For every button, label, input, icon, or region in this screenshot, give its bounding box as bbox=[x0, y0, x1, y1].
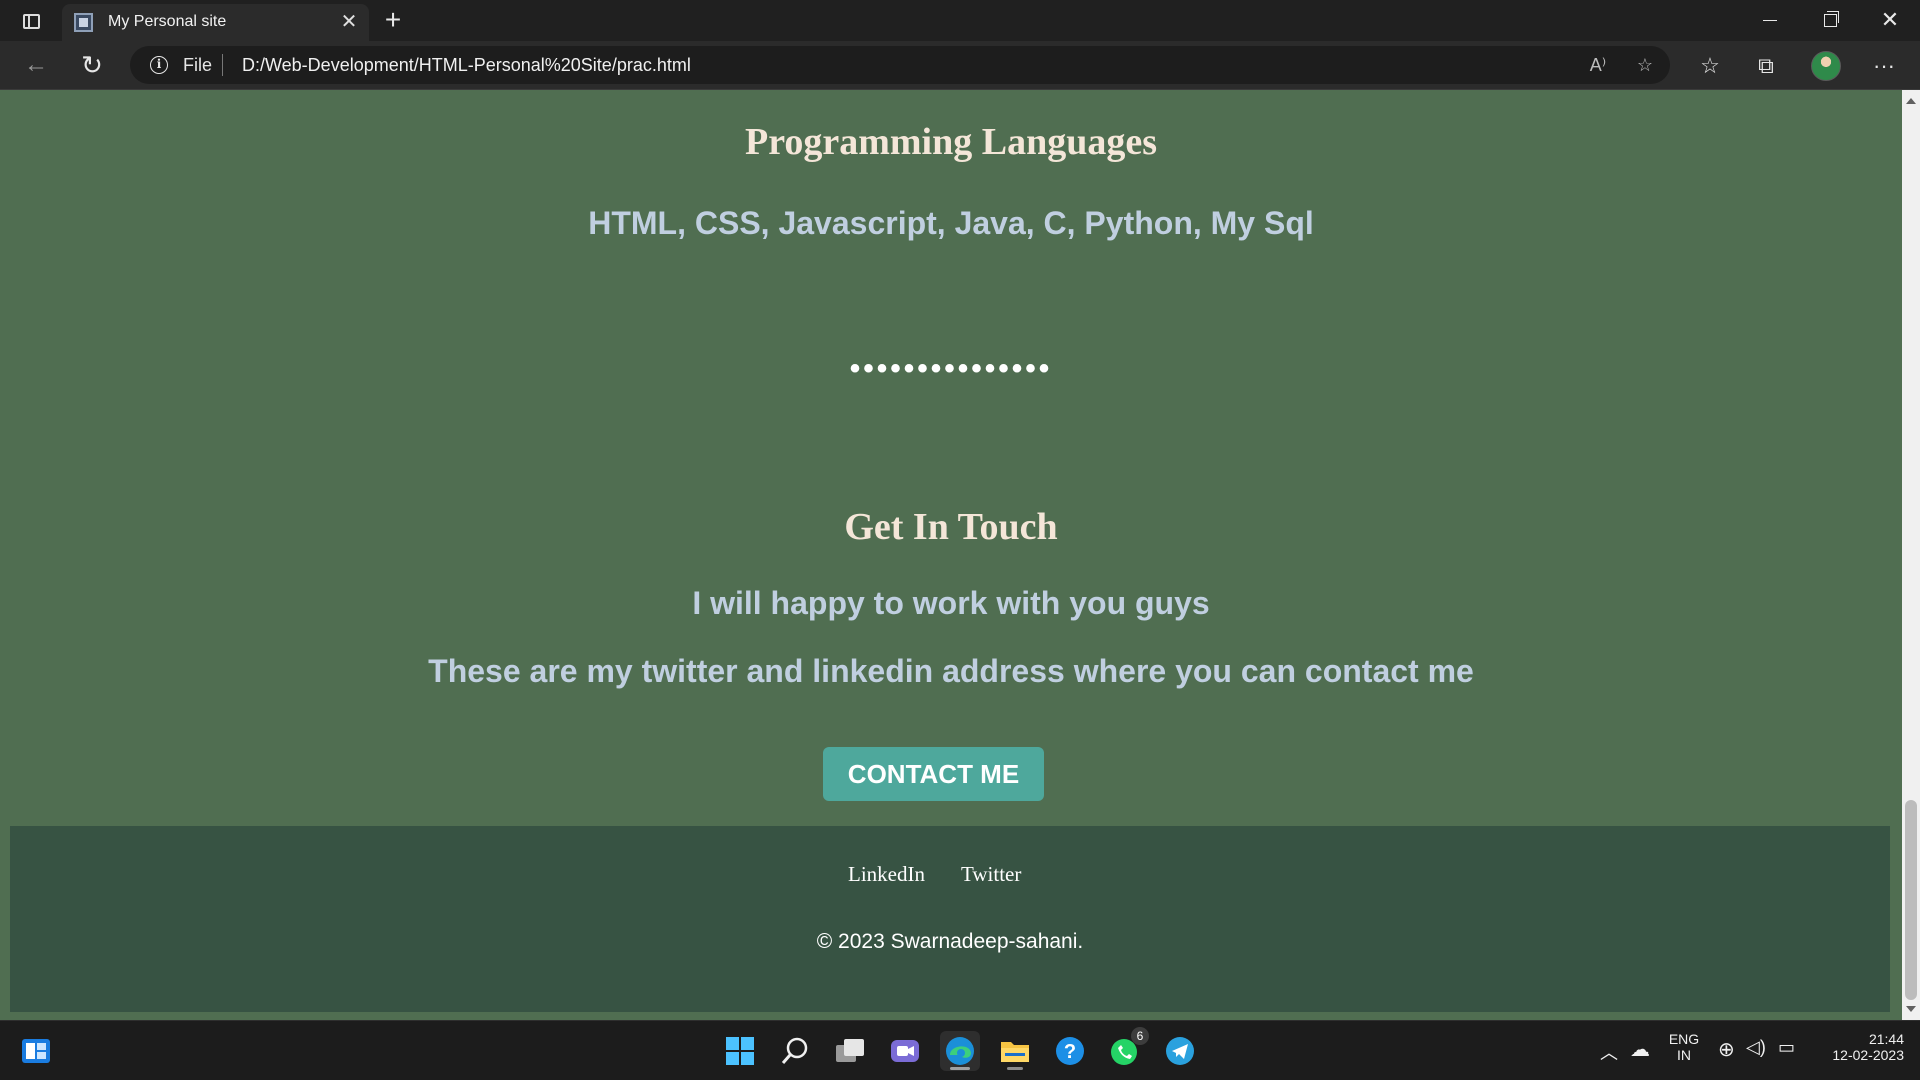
scrollbar-thumb[interactable] bbox=[1905, 800, 1917, 1000]
notification-badge: 6 bbox=[1131, 1027, 1149, 1045]
input-language[interactable]: ENG IN bbox=[1664, 1031, 1704, 1063]
contact-me-button[interactable]: CONTACT ME bbox=[823, 747, 1044, 801]
url-text[interactable]: D:/Web-Development/HTML-Personal%20Site/… bbox=[242, 55, 691, 76]
folder-icon bbox=[1001, 1042, 1029, 1062]
network-globe-icon[interactable]: ⊕ bbox=[1718, 1037, 1735, 1062]
svg-text:?: ? bbox=[1064, 1041, 1076, 1063]
add-favorite-icon[interactable]: ☆ bbox=[1632, 53, 1658, 77]
restore-icon bbox=[1823, 10, 1839, 27]
favorites-icon[interactable]: ☆ bbox=[1694, 52, 1726, 80]
minimize-button[interactable] bbox=[1740, 0, 1800, 40]
show-hidden-icons-chevron-icon[interactable]: ︿ bbox=[1600, 1039, 1618, 1065]
task-view-icon bbox=[836, 1039, 864, 1062]
tab-title: My Personal site bbox=[108, 13, 227, 30]
teams-chat-icon bbox=[891, 1040, 919, 1062]
close-icon: ✕ bbox=[1880, 7, 1900, 32]
tab-actions-menu-button[interactable] bbox=[18, 9, 44, 33]
help-icon: ? bbox=[1056, 1037, 1084, 1065]
teams-chat-button[interactable] bbox=[885, 1031, 925, 1071]
search-icon bbox=[781, 1037, 808, 1064]
contact-line-2: These are my twitter and linkedin addres… bbox=[428, 653, 1474, 689]
edge-browser-button[interactable] bbox=[940, 1031, 980, 1071]
language-code: ENG bbox=[1668, 1031, 1700, 1047]
edge-icon bbox=[946, 1037, 974, 1065]
task-view-button[interactable] bbox=[830, 1031, 870, 1071]
copyright-text: © 2023 Swarnadeep-sahani. bbox=[816, 930, 1084, 953]
windows-taskbar: ? 6 ︿ ☁ ENG IN ⊕ ◁) ▭ 21:44 12-02-2023 bbox=[0, 1020, 1920, 1080]
settings-more-icon[interactable]: ··· bbox=[1868, 52, 1900, 80]
clock-time: 21:44 bbox=[1868, 1031, 1904, 1047]
section-separator: ••••••••••••••• bbox=[849, 352, 1053, 385]
scroll-down-icon[interactable] bbox=[1906, 1006, 1916, 1012]
back-button[interactable]: ← bbox=[18, 49, 54, 81]
tab-actions-icon bbox=[22, 13, 40, 29]
contact-line-1: I will happy to work with you guys bbox=[692, 585, 1210, 621]
scheme-label: File bbox=[183, 55, 213, 75]
read-aloud-icon[interactable]: A⁾ bbox=[1585, 53, 1611, 77]
favicon-icon bbox=[74, 13, 93, 32]
restore-button[interactable] bbox=[1800, 0, 1860, 40]
file-explorer-button[interactable] bbox=[995, 1031, 1035, 1071]
browser-toolbar: ← ↻ i File D:/Web-Development/HTML-Perso… bbox=[0, 41, 1920, 90]
skills-heading: Programming Languages bbox=[744, 121, 1158, 163]
browser-title-bar: My Personal site ✕ + ✕ bbox=[0, 0, 1920, 41]
address-separator bbox=[222, 54, 223, 76]
widgets-icon bbox=[22, 1039, 50, 1063]
skills-list: HTML, CSS, Javascript, Java, C, Python, … bbox=[588, 205, 1314, 241]
page-footer: LinkedIn Twitter © 2023 Swarnadeep-sahan… bbox=[10, 826, 1890, 1012]
telegram-icon bbox=[1166, 1037, 1194, 1065]
reload-button[interactable]: ↻ bbox=[74, 49, 110, 81]
telegram-button[interactable] bbox=[1160, 1031, 1200, 1071]
linkedin-link[interactable]: LinkedIn bbox=[848, 862, 925, 887]
windows-logo-icon bbox=[726, 1037, 754, 1065]
active-indicator bbox=[950, 1067, 970, 1070]
whatsapp-button[interactable]: 6 bbox=[1105, 1027, 1149, 1071]
address-bar[interactable]: i File D:/Web-Development/HTML-Personal%… bbox=[130, 46, 1670, 84]
start-button[interactable] bbox=[720, 1031, 760, 1071]
new-tab-button[interactable]: + bbox=[378, 5, 408, 35]
contact-heading: Get In Touch bbox=[844, 506, 1058, 548]
widgets-button[interactable] bbox=[16, 1031, 56, 1071]
twitter-link[interactable]: Twitter bbox=[961, 862, 1021, 887]
search-button[interactable] bbox=[775, 1031, 815, 1071]
minimize-icon bbox=[1763, 19, 1777, 21]
scroll-up-icon[interactable] bbox=[1906, 98, 1916, 104]
region-code: IN bbox=[1677, 1047, 1691, 1063]
onedrive-cloud-icon[interactable]: ☁ bbox=[1630, 1037, 1650, 1062]
browser-tab-active[interactable]: My Personal site ✕ bbox=[62, 4, 369, 41]
profile-avatar[interactable] bbox=[1811, 51, 1841, 81]
running-indicator bbox=[1007, 1067, 1023, 1070]
collections-icon[interactable]: ⧉ bbox=[1750, 52, 1782, 80]
battery-icon[interactable]: ▭ bbox=[1778, 1037, 1795, 1058]
clock[interactable]: 21:44 12-02-2023 bbox=[1816, 1031, 1904, 1063]
clock-date: 12-02-2023 bbox=[1832, 1047, 1904, 1063]
window-close-button[interactable]: ✕ bbox=[1860, 0, 1920, 40]
info-icon[interactable]: i bbox=[150, 56, 168, 74]
tab-close-button[interactable]: ✕ bbox=[337, 10, 361, 34]
volume-icon[interactable]: ◁) bbox=[1746, 1037, 1766, 1058]
page-viewport: Programming Languages HTML, CSS, Javascr… bbox=[0, 90, 1902, 1020]
vertical-scrollbar[interactable] bbox=[1902, 90, 1920, 1020]
get-help-button[interactable]: ? bbox=[1050, 1031, 1090, 1071]
